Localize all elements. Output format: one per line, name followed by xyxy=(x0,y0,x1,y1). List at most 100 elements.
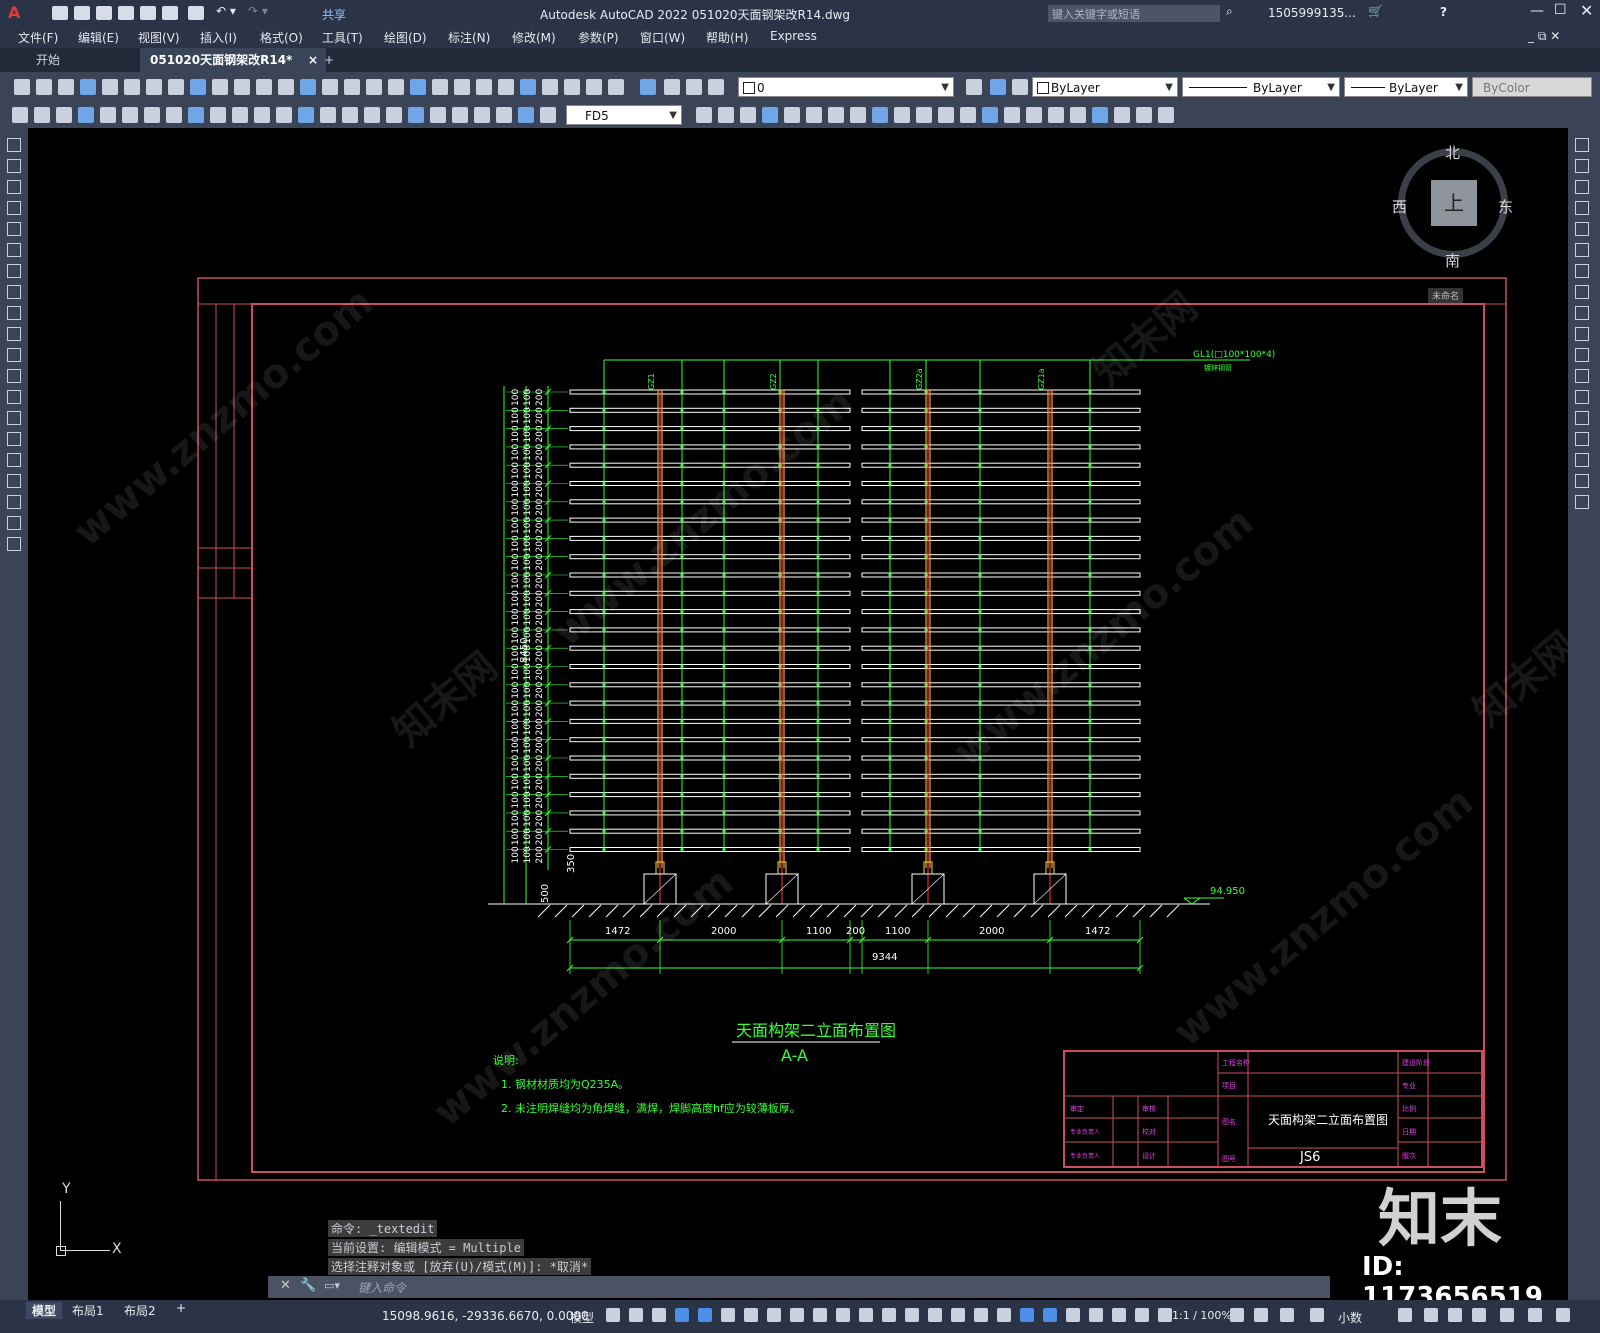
standard-tool-icon[interactable] xyxy=(102,79,118,95)
standard-tool-icon[interactable] xyxy=(664,79,680,95)
tab-start[interactable]: 开始 xyxy=(26,48,70,72)
standard-tool-icon[interactable] xyxy=(256,79,272,95)
draw-tool-icon[interactable] xyxy=(7,201,21,215)
user-account[interactable]: 1505999135... xyxy=(1268,6,1356,20)
draw-tool-icon[interactable] xyxy=(7,369,21,383)
standard-tool-icon[interactable] xyxy=(708,79,724,95)
units-display[interactable]: 小数 xyxy=(1338,1309,1362,1326)
dimension-tool-icon[interactable] xyxy=(1070,107,1086,123)
draw-tool-icon[interactable] xyxy=(7,348,21,362)
dimension-tool-icon[interactable] xyxy=(452,107,468,123)
dimension-tool-icon[interactable] xyxy=(122,107,138,123)
model-space-button[interactable]: 模型 xyxy=(570,1309,594,1326)
modify-tool-icon[interactable] xyxy=(1575,264,1589,278)
dimension-tool-icon[interactable] xyxy=(298,107,314,123)
dimension-tool-icon[interactable] xyxy=(166,107,182,123)
draw-tool-icon[interactable] xyxy=(7,243,21,257)
dimension-tool-icon[interactable] xyxy=(254,107,270,123)
doc-minimize-button[interactable]: _ ⧉ ✕ xyxy=(1528,29,1560,44)
draw-tool-icon[interactable] xyxy=(7,222,21,236)
customize-icon[interactable]: 🔧 xyxy=(300,1278,316,1293)
menu-view[interactable]: 视图(V) xyxy=(138,29,180,46)
wcs-menu[interactable]: 未命名 xyxy=(1428,288,1464,303)
status-toggle-icon[interactable] xyxy=(1310,1308,1324,1322)
layout-tab-model[interactable]: 模型 xyxy=(26,1302,63,1319)
modify-tool-icon[interactable] xyxy=(1575,432,1589,446)
dimension-tool-icon[interactable] xyxy=(806,107,822,123)
close-icon[interactable]: ✕ xyxy=(280,1278,291,1293)
draw-tool-icon[interactable] xyxy=(7,159,21,173)
open-icon[interactable] xyxy=(74,6,90,20)
draw-tool-icon[interactable] xyxy=(7,327,21,341)
standard-tool-icon[interactable] xyxy=(278,79,294,95)
close-button[interactable]: ✕ xyxy=(1580,1,1593,20)
status-toggle-icon[interactable] xyxy=(1500,1308,1514,1322)
dimension-tool-icon[interactable] xyxy=(872,107,888,123)
status-toggle-icon[interactable] xyxy=(675,1308,689,1322)
maximize-button[interactable]: ☐ xyxy=(1554,2,1567,18)
modify-tool-icon[interactable] xyxy=(1575,243,1589,257)
standard-tool-icon[interactable] xyxy=(686,79,702,95)
standard-tool-icon[interactable] xyxy=(300,79,316,95)
modify-tool-icon[interactable] xyxy=(1575,222,1589,236)
status-toggle-icon[interactable] xyxy=(1230,1308,1244,1322)
standard-tool-icon[interactable] xyxy=(234,79,250,95)
modify-tool-icon[interactable] xyxy=(1575,327,1589,341)
status-toggle-icon[interactable] xyxy=(606,1308,620,1322)
linetype-dropdown[interactable]: ByLayer ▼ xyxy=(1182,77,1340,97)
status-toggle-icon[interactable] xyxy=(928,1308,942,1322)
plotstyle-dropdown[interactable]: ByColor xyxy=(1472,77,1592,97)
dimension-tool-icon[interactable] xyxy=(320,107,336,123)
plot-icon[interactable] xyxy=(140,6,156,20)
status-toggle-icon[interactable] xyxy=(1398,1308,1412,1322)
draw-tool-icon[interactable] xyxy=(7,138,21,152)
standard-tool-icon[interactable] xyxy=(640,79,656,95)
modify-tool-icon[interactable] xyxy=(1575,180,1589,194)
layout-tab-1[interactable]: 布局1 xyxy=(72,1302,104,1319)
annotation-scale[interactable]: 1:1 / 100% xyxy=(1172,1309,1232,1322)
publish-icon[interactable] xyxy=(162,6,178,20)
dimension-tool-icon[interactable] xyxy=(784,107,800,123)
status-toggle-icon[interactable] xyxy=(1424,1308,1438,1322)
draw-tool-icon[interactable] xyxy=(7,264,21,278)
recent-commands-icon[interactable]: ▭▾ xyxy=(324,1279,340,1292)
standard-tool-icon[interactable] xyxy=(344,79,360,95)
dimension-tool-icon[interactable] xyxy=(740,107,756,123)
status-toggle-icon[interactable] xyxy=(1043,1308,1057,1322)
standard-tool-icon[interactable] xyxy=(1012,79,1028,95)
modify-tool-icon[interactable] xyxy=(1575,306,1589,320)
modify-tool-icon[interactable] xyxy=(1575,453,1589,467)
modify-tool-icon[interactable] xyxy=(1575,348,1589,362)
status-toggle-icon[interactable] xyxy=(1158,1308,1172,1322)
standard-tool-icon[interactable] xyxy=(476,79,492,95)
standard-tool-icon[interactable] xyxy=(58,79,74,95)
draw-tool-icon[interactable] xyxy=(7,495,21,509)
add-layout-button[interactable]: + xyxy=(176,1301,186,1315)
viewcube-top-face[interactable]: 上 xyxy=(1431,180,1477,226)
dimension-tool-icon[interactable] xyxy=(1158,107,1174,123)
status-toggle-icon[interactable] xyxy=(629,1308,643,1322)
dimension-tool-icon[interactable] xyxy=(1092,107,1108,123)
menu-parametric[interactable]: 参数(P) xyxy=(578,29,619,46)
standard-tool-icon[interactable] xyxy=(564,79,580,95)
viewcube-south[interactable]: 南 xyxy=(1445,250,1460,271)
dimension-tool-icon[interactable] xyxy=(1048,107,1064,123)
status-toggle-icon[interactable] xyxy=(1135,1308,1149,1322)
draw-tool-icon[interactable] xyxy=(7,474,21,488)
layer-dropdown[interactable]: 0 ▼ xyxy=(738,77,954,97)
modify-tool-icon[interactable] xyxy=(1575,159,1589,173)
dimension-tool-icon[interactable] xyxy=(474,107,490,123)
draw-tool-icon[interactable] xyxy=(7,411,21,425)
standard-tool-icon[interactable] xyxy=(168,79,184,95)
standard-tool-icon[interactable] xyxy=(608,79,624,95)
cart-icon[interactable]: 🛒 xyxy=(1368,4,1383,18)
standard-tool-icon[interactable] xyxy=(432,79,448,95)
undo-icon[interactable]: ↶ ▾ xyxy=(216,4,236,18)
modify-tool-icon[interactable] xyxy=(1575,138,1589,152)
standard-tool-icon[interactable] xyxy=(322,79,338,95)
modify-tool-icon[interactable] xyxy=(1575,495,1589,509)
menu-format[interactable]: 格式(O) xyxy=(260,29,303,46)
menu-draw[interactable]: 绘图(D) xyxy=(384,29,427,46)
dimension-tool-icon[interactable] xyxy=(34,107,50,123)
status-toggle-icon[interactable] xyxy=(1089,1308,1103,1322)
